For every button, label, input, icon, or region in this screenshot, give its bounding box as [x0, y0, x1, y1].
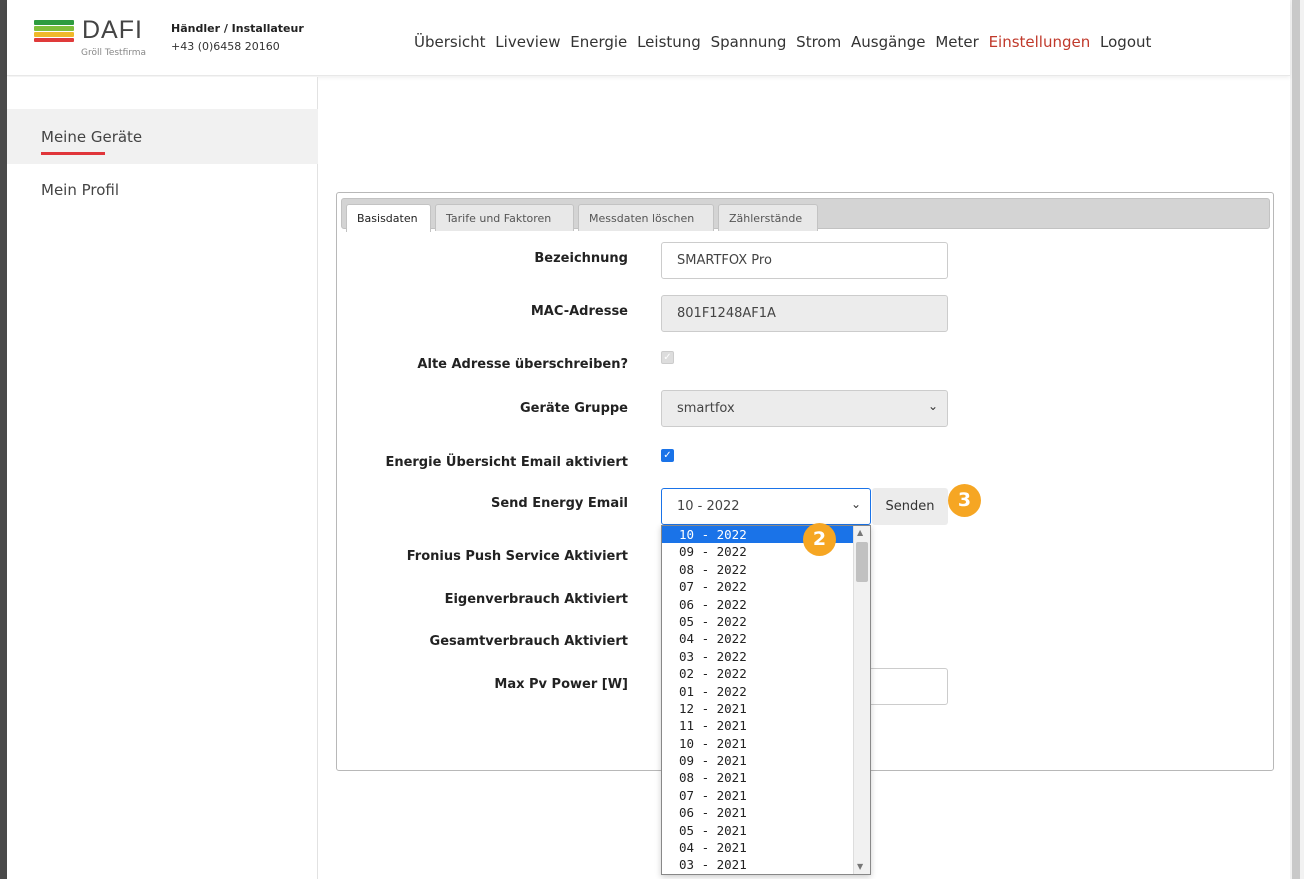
send-energy-dropdown-list[interactable]: 10 - 2022 09 - 2022 08 - 2022 07 - 2022 …	[661, 525, 871, 875]
alte-adresse-checkbox: ✓	[661, 351, 674, 364]
dropdown-option[interactable]: 08 - 2022	[662, 561, 870, 578]
sidebar: Meine Geräte Mein Profil	[7, 77, 318, 879]
tab-messdaten-loeschen[interactable]: Messdaten löschen	[578, 204, 714, 231]
tab-bar: Basisdaten Tarife und Faktoren Messdaten…	[341, 198, 1270, 232]
energie-email-checkbox[interactable]: ✓	[661, 449, 674, 462]
label-max-pv: Max Pv Power [W]	[494, 677, 628, 692]
label-fronius: Fronius Push Service Aktiviert	[406, 549, 628, 564]
dropdown-option[interactable]: 10 - 2022	[662, 526, 870, 544]
chevron-down-icon: ⌄	[927, 399, 938, 413]
nav-energie[interactable]: Energie	[570, 33, 627, 51]
dropdown-option[interactable]: 04 - 2022	[662, 630, 870, 647]
logo-stripe	[34, 32, 74, 37]
dropdown-option[interactable]: 06 - 2021	[662, 804, 870, 821]
dropdown-option[interactable]: 02 - 2022	[662, 665, 870, 682]
nav-ausgaenge[interactable]: Ausgänge	[851, 33, 926, 51]
window-edge-left	[0, 0, 7, 879]
dropdown-option[interactable]: 09 - 2022	[662, 543, 870, 560]
nav-liveview[interactable]: Liveview	[495, 33, 560, 51]
send-energy-select[interactable]: 10 - 2022 ⌄	[661, 488, 871, 525]
dropdown-option[interactable]: 01 - 2022	[662, 683, 870, 700]
dropdown-option[interactable]: 05 - 2022	[662, 613, 870, 630]
dropdown-option[interactable]: 04 - 2021	[662, 839, 870, 856]
label-send-energy-email: Send Energy Email	[490, 496, 628, 511]
dropdown-option[interactable]: 12 - 2021	[662, 700, 870, 717]
dafi-logo-icon	[34, 20, 74, 44]
label-alte-adresse: Alte Adresse überschreiben?	[417, 357, 628, 372]
brand-subtitle: Gröll Testfirma	[81, 48, 147, 58]
nav-einstellungen[interactable]: Einstellungen	[989, 33, 1091, 51]
sidebar-item-mein-profil[interactable]: Mein Profil	[7, 164, 318, 219]
bezeichnung-input[interactable]: SMARTFOX Pro	[661, 242, 948, 279]
main-nav: Übersicht Liveview Energie Leistung Span…	[414, 33, 1156, 51]
chevron-down-icon: ⌄	[850, 497, 861, 511]
senden-button[interactable]: Senden	[872, 488, 948, 525]
page-scrollbar[interactable]	[1290, 0, 1304, 879]
dropdown-option[interactable]: 07 - 2021	[662, 787, 870, 804]
dropdown-option[interactable]: 05 - 2021	[662, 822, 870, 839]
active-indicator	[41, 152, 105, 155]
dropdown-option[interactable]: 08 - 2021	[662, 769, 870, 786]
label-eigenverbrauch: Eigenverbrauch Aktiviert	[444, 592, 628, 607]
label-mac-adresse: MAC-Adresse	[530, 304, 628, 319]
dropdown-option[interactable]: 03 - 2022	[662, 648, 870, 665]
logo-stripe	[34, 20, 74, 25]
logo-stripe	[34, 26, 74, 31]
nav-leistung[interactable]: Leistung	[637, 33, 701, 51]
dropdown-option[interactable]: 09 - 2021	[662, 752, 870, 769]
dealer-title: Händler / Installateur	[171, 22, 304, 35]
sidebar-item-meine-geraete[interactable]: Meine Geräte	[7, 109, 318, 164]
sidebar-item-label: Meine Geräte	[41, 128, 143, 146]
dropdown-scrollbar-thumb[interactable]	[856, 542, 868, 582]
dropdown-option[interactable]: 10 - 2021	[662, 735, 870, 752]
nav-meter[interactable]: Meter	[935, 33, 978, 51]
scroll-down-icon[interactable]: ▼	[857, 862, 863, 871]
label-energie-email: Energie Übersicht Email aktiviert	[385, 455, 628, 470]
sidebar-item-label: Mein Profil	[41, 181, 120, 199]
tab-basisdaten[interactable]: Basisdaten	[346, 204, 431, 232]
scroll-up-icon[interactable]: ▲	[857, 528, 863, 537]
geraete-gruppe-value: smartfox	[677, 401, 735, 416]
mac-address-field: 801F1248AF1A	[661, 295, 948, 332]
send-energy-value: 10 - 2022	[677, 499, 740, 514]
nav-spannung[interactable]: Spannung	[711, 33, 787, 51]
geraete-gruppe-select[interactable]: smartfox ⌄	[661, 390, 948, 427]
dropdown-option[interactable]: 06 - 2022	[662, 596, 870, 613]
nav-uebersicht[interactable]: Übersicht	[414, 33, 486, 51]
tab-zaehlerstaende[interactable]: Zählerstände	[718, 204, 818, 231]
step-badge-3: 3	[948, 484, 981, 517]
page-scrollbar-thumb[interactable]	[1292, 0, 1300, 879]
logo-stripe	[34, 38, 74, 42]
step-badge-2: 2	[803, 523, 836, 556]
brand-name: DAFI	[82, 16, 143, 44]
top-header: DAFI Gröll Testfirma Händler / Installat…	[7, 0, 1290, 76]
dropdown-option[interactable]: 11 - 2021	[662, 717, 870, 734]
dropdown-option[interactable]: 03 - 2021	[662, 856, 870, 873]
label-gesamtverbrauch: Gesamtverbrauch Aktiviert	[429, 634, 628, 649]
dropdown-option[interactable]: 07 - 2022	[662, 578, 870, 595]
nav-strom[interactable]: Strom	[796, 33, 841, 51]
dropdown-scrollbar[interactable]: ▲ ▼	[853, 526, 870, 874]
label-geraete-gruppe: Geräte Gruppe	[520, 401, 628, 416]
label-bezeichnung: Bezeichnung	[534, 251, 628, 266]
tab-tarife-und-faktoren[interactable]: Tarife und Faktoren	[435, 204, 574, 231]
dealer-phone: +43 (0)6458 20160	[171, 40, 280, 53]
nav-logout[interactable]: Logout	[1100, 33, 1151, 51]
